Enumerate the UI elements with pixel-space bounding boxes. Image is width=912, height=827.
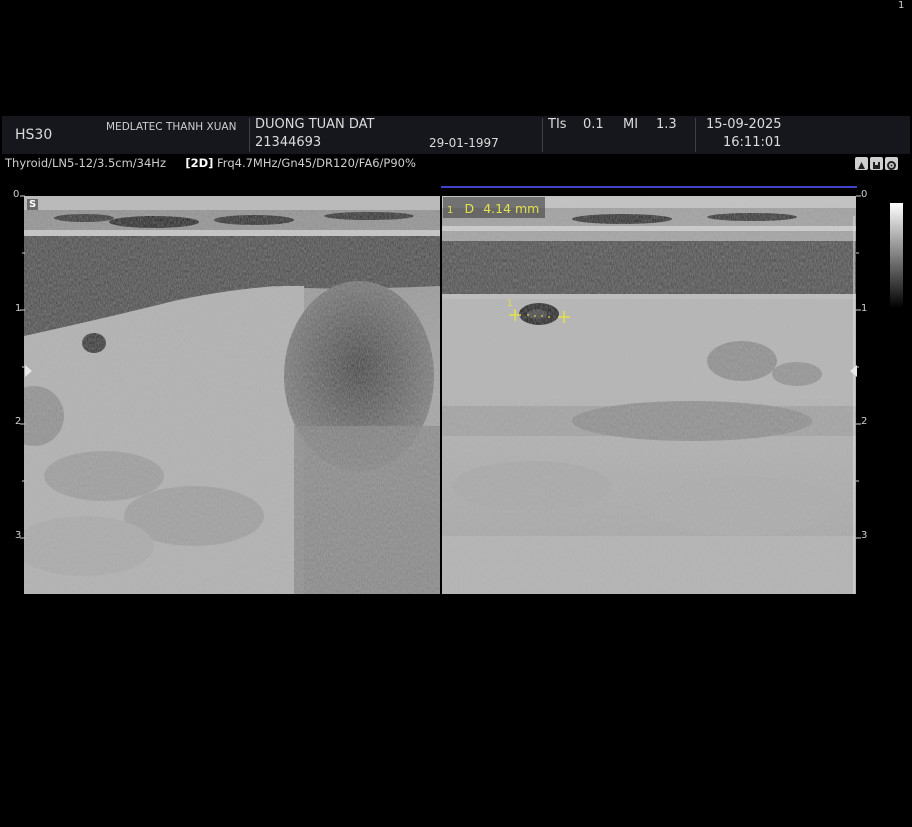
mode-label: [2D]	[185, 156, 214, 170]
patient-id: 21344693	[255, 135, 322, 150]
ultrasound-image-left[interactable]	[24, 196, 440, 594]
measurement-value: 4.14 mm	[483, 201, 540, 216]
tis-value: 0.1	[583, 117, 604, 132]
focus-marker-left	[25, 362, 33, 381]
mi-value: 1.3	[656, 117, 677, 132]
header-divider	[249, 118, 250, 152]
patient-name: DUONG TUAN DAT	[255, 117, 375, 132]
measurement-label: D	[464, 201, 475, 216]
grayscale-bar	[890, 203, 903, 308]
measurement-index: 1	[447, 205, 454, 216]
probe-icon	[855, 157, 868, 170]
exam-date: 15-09-2025	[706, 117, 782, 132]
caliper-label: 1	[507, 299, 513, 309]
header-divider	[542, 118, 543, 152]
measurement-readout: 1 D 4.14 mm	[443, 197, 546, 218]
side-marker: S	[27, 199, 39, 210]
status-icons	[855, 157, 898, 170]
save-icon	[870, 157, 883, 170]
institution-name: MEDLATEC THANH XUAN	[106, 121, 237, 133]
tis-label: TIs	[548, 117, 567, 132]
model-name: HS30	[15, 127, 53, 143]
birth-date: 29-01-1997	[429, 136, 499, 150]
header-divider	[695, 118, 696, 152]
exam-time: 16:11:01	[723, 135, 782, 150]
preset-label: Thyroid/LN5-12/3.5cm/34Hz	[5, 156, 166, 170]
imaging-parameters: Thyroid/LN5-12/3.5cm/34Hz [2D] Frq4.7MHz…	[5, 156, 416, 170]
focus-marker-right	[849, 362, 857, 381]
depth-tick: 0	[13, 189, 20, 200]
mi-label: MI	[623, 117, 639, 132]
depth-scale-right: 0 1 2 3	[856, 186, 880, 596]
corner-mark: 1	[898, 0, 905, 11]
settings-icon	[885, 157, 898, 170]
active-pane-indicator	[441, 186, 857, 188]
ultrasound-image-right[interactable]	[442, 196, 856, 594]
depth-scale-left: 0 1 2 3	[0, 186, 25, 596]
settings-label: Frq4.7MHz/Gn45/DR120/FA6/P90%	[217, 156, 416, 170]
